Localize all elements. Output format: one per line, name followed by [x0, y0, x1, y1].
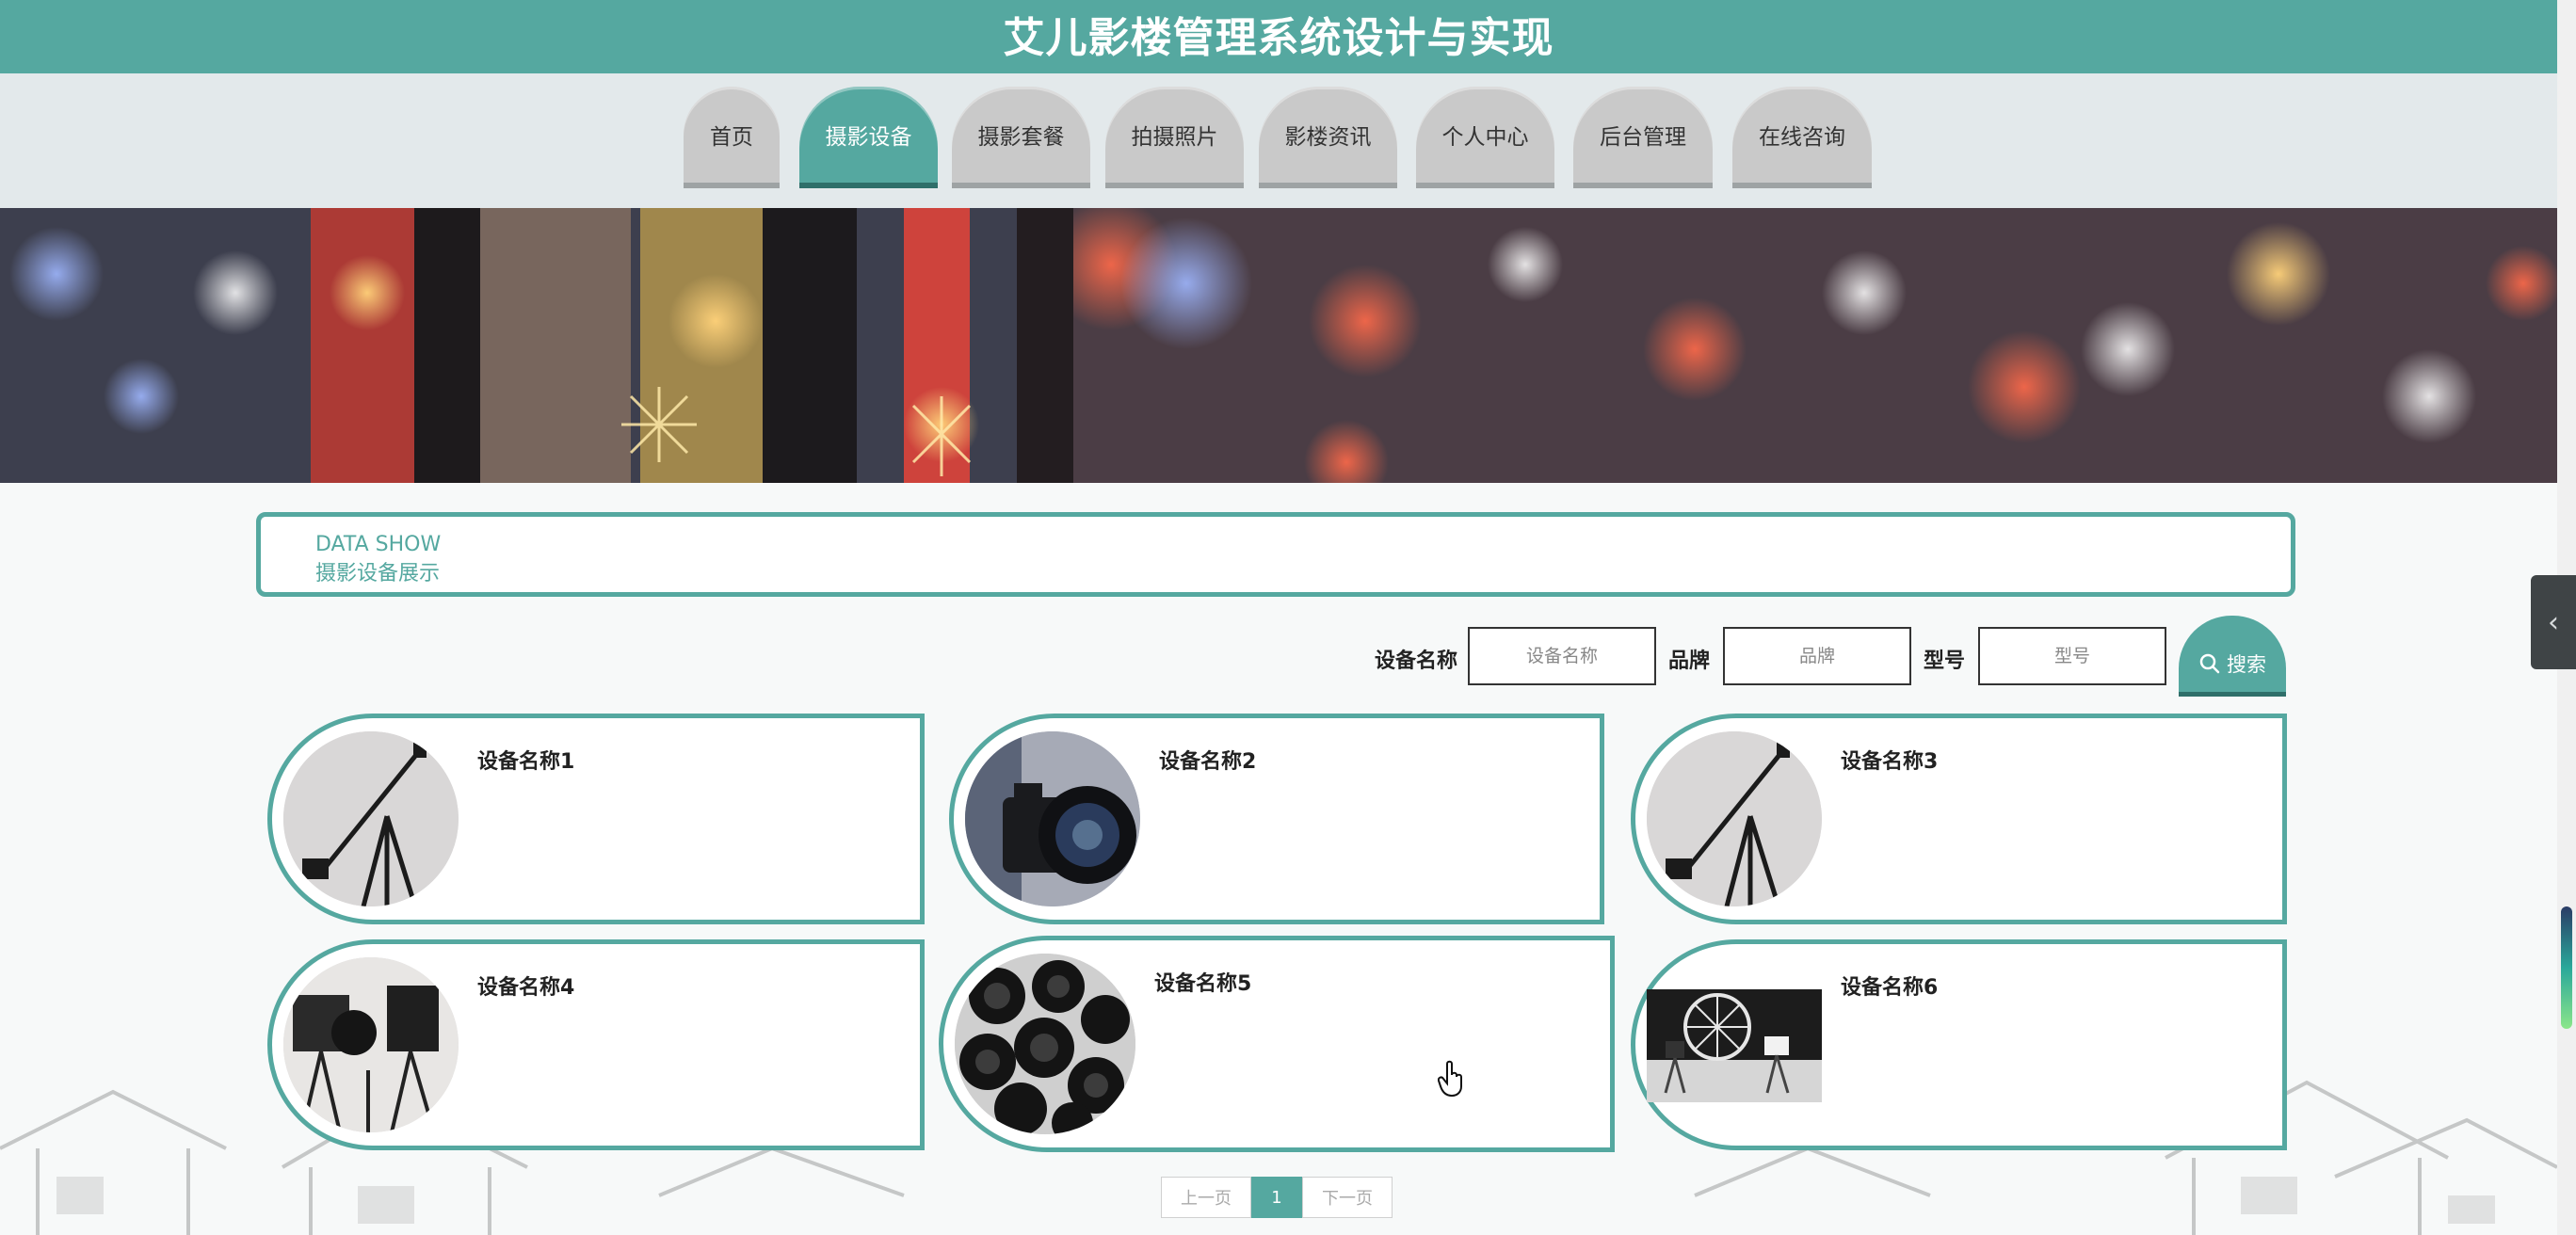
- brand-label: 品牌: [1668, 650, 1711, 673]
- equipment-image[interactable]: [955, 954, 1135, 1134]
- model-input[interactable]: [1978, 627, 2166, 685]
- equipment-card[interactable]: 设备名称3: [1631, 714, 2287, 924]
- nav-item-packages[interactable]: 摄影套餐: [952, 87, 1090, 188]
- equipment-name: 设备名称5: [1154, 972, 1252, 996]
- equipment-card[interactable]: 设备名称4: [267, 939, 925, 1150]
- main-nav: 首页 摄影设备 摄影套餐 拍摄照片 影楼资讯 个人中心 后台管理 在线咨询: [0, 73, 2557, 208]
- camera-crane-image: [1647, 731, 1822, 906]
- equipment-name: 设备名称4: [477, 976, 575, 1000]
- equipment-image[interactable]: [965, 731, 1140, 906]
- brand-input[interactable]: [1723, 627, 1911, 685]
- search-button[interactable]: 搜索: [2179, 616, 2286, 697]
- equipment-name-input[interactable]: [1468, 627, 1656, 685]
- nav-item-home[interactable]: 首页: [684, 87, 780, 188]
- page: 艾儿影楼管理系统设计与实现 首页 摄影设备 摄影套餐 拍摄照片 影楼资讯 个人中…: [0, 0, 2576, 1235]
- film-set-image: [283, 957, 459, 1132]
- nav-item-news[interactable]: 影楼资讯: [1259, 87, 1397, 188]
- equipment-image[interactable]: [1647, 731, 1822, 906]
- camera-lens-image: [965, 731, 1140, 906]
- studio-lights-image: [1647, 989, 1822, 1102]
- equipment-card[interactable]: 设备名称6: [1631, 939, 2287, 1150]
- section-header: DATA SHOW 摄影设备展示: [256, 512, 2295, 597]
- nav-item-photos[interactable]: 拍摄照片: [1105, 87, 1244, 188]
- equipment-name: 设备名称3: [1841, 750, 1939, 774]
- search-button-label: 搜索: [2227, 652, 2266, 676]
- equipment-image[interactable]: [283, 731, 459, 906]
- banner-bokeh-illustration: [0, 208, 2557, 483]
- camera-crane-image: [283, 731, 459, 906]
- model-label: 型号: [1924, 650, 1966, 673]
- equipment-name: 设备名称1: [477, 750, 575, 774]
- search-form: 设备名称 品牌 型号 搜索: [1356, 616, 2288, 697]
- scrollbar-thumb[interactable]: [2561, 906, 2572, 1029]
- equipment-image[interactable]: [1647, 989, 1822, 1102]
- top-bar: 艾儿影楼管理系统设计与实现: [0, 0, 2557, 73]
- equipment-name: 设备名称2: [1159, 750, 1257, 774]
- nav-item-consult[interactable]: 在线咨询: [1732, 87, 1872, 188]
- equipment-card[interactable]: 设备名称2: [949, 714, 1604, 924]
- nav-item-equipment[interactable]: 摄影设备: [799, 87, 938, 188]
- pagination: 上一页 1 下一页: [1161, 1177, 1393, 1218]
- lens-pile-image: [955, 954, 1135, 1134]
- equipment-name-label: 设备名称: [1375, 650, 1458, 673]
- equipment-card[interactable]: 设备名称5: [939, 936, 1615, 1152]
- equipment-card[interactable]: 设备名称1: [267, 714, 925, 924]
- equipment-image[interactable]: [283, 957, 459, 1132]
- side-panel-toggle[interactable]: ‹: [2531, 575, 2576, 669]
- next-page-button[interactable]: 下一页: [1302, 1177, 1393, 1218]
- nav-item-admin[interactable]: 后台管理: [1573, 87, 1713, 188]
- page-number-button[interactable]: 1: [1251, 1177, 1302, 1218]
- search-icon: [2199, 653, 2220, 673]
- banner-image: [0, 208, 2557, 483]
- nav-item-profile[interactable]: 个人中心: [1416, 87, 1554, 188]
- chevron-left-icon: ‹: [2548, 605, 2559, 639]
- equipment-name: 设备名称6: [1841, 976, 1939, 1000]
- prev-page-button[interactable]: 上一页: [1161, 1177, 1251, 1218]
- site-title: 艾儿影楼管理系统设计与实现: [1003, 14, 1554, 62]
- section-title-cn: 摄影设备展示: [315, 562, 441, 585]
- section-title-en: DATA SHOW: [315, 533, 442, 556]
- hand-cursor-icon: [1438, 1060, 1462, 1098]
